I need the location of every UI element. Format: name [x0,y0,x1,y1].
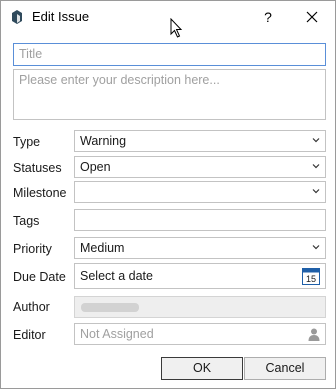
priority-label: Priority [13,242,52,256]
editor-field[interactable]: Not Assigned [74,323,326,345]
cancel-button[interactable]: Cancel [244,357,326,380]
ok-button[interactable]: OK [161,357,243,380]
title-bar: Edit Issue ? [1,1,335,33]
type-value: Warning [80,134,127,148]
type-dropdown[interactable]: Warning [74,130,326,152]
dialog-title: Edit Issue [32,9,90,24]
editor-placeholder: Not Assigned [80,327,154,341]
description-textarea[interactable]: Please enter your description here... [13,69,326,120]
description-placeholder: Please enter your description here... [19,73,220,87]
calendar-icon[interactable]: 15 [302,267,320,285]
due-date-picker[interactable]: Select a date 15 [74,263,326,289]
author-redacted-value [81,303,139,312]
statuses-value: Open [80,160,111,174]
title-placeholder: Title [19,47,43,61]
chevron-down-icon [312,245,320,250]
calendar-day-text: 15 [306,274,316,284]
close-icon[interactable] [301,6,323,28]
milestone-label: Milestone [13,186,67,200]
due-date-label: Due Date [13,270,66,284]
edit-issue-dialog: Edit Issue ? Title Please enter your des… [0,0,336,389]
chevron-down-icon [312,164,320,169]
editor-label: Editor [13,328,46,342]
tags-label: Tags [13,214,40,228]
help-button[interactable]: ? [258,6,278,28]
due-date-value: Select a date [80,269,153,283]
author-label: Author [13,300,50,314]
mouse-cursor-icon [170,18,183,38]
priority-dropdown[interactable]: Medium [74,237,326,259]
app-logo-icon [12,10,22,24]
statuses-label: Statuses [13,161,62,175]
author-field [74,296,326,318]
priority-value: Medium [80,241,125,255]
person-icon[interactable] [308,328,320,341]
chevron-down-icon [312,138,320,143]
type-label: Type [13,135,41,149]
title-input[interactable]: Title [13,43,326,66]
tags-input[interactable] [74,209,326,231]
statuses-dropdown[interactable]: Open [74,156,326,178]
milestone-dropdown[interactable] [74,181,326,203]
chevron-down-icon [312,189,320,194]
